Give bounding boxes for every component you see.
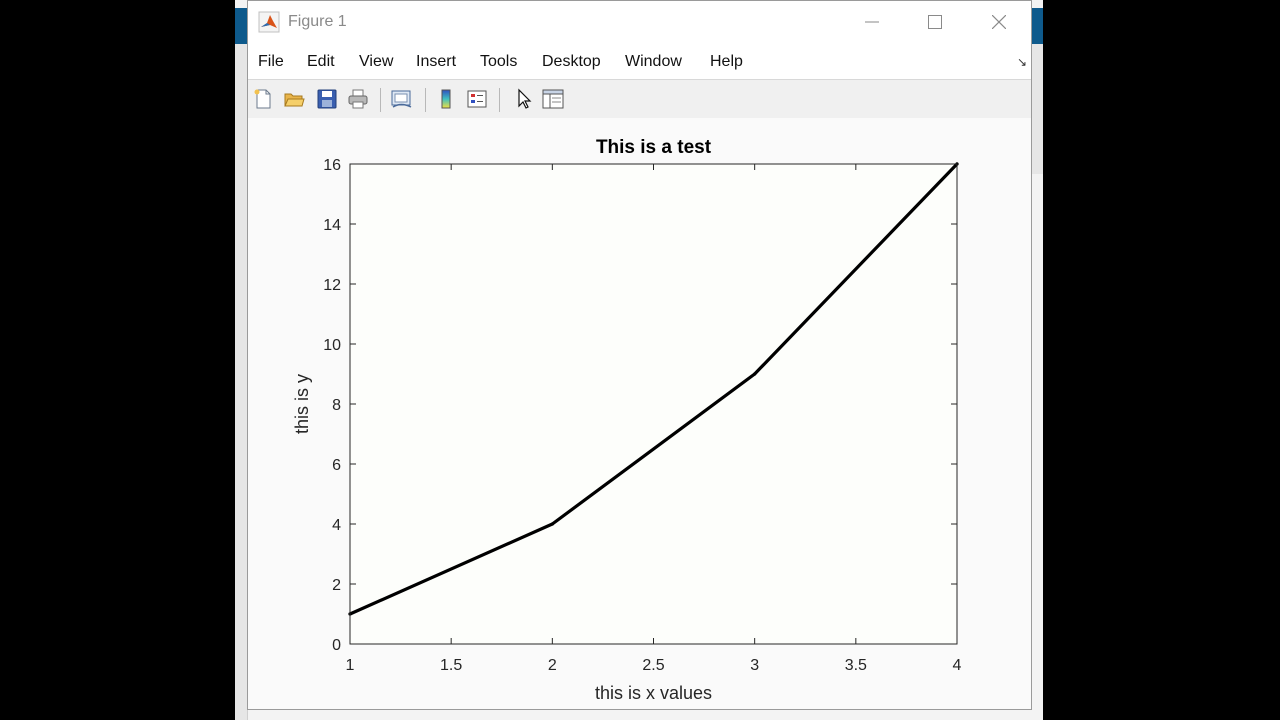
toolbar-separator [499, 88, 500, 112]
menu-insert[interactable]: Insert [416, 53, 456, 71]
menu-tools[interactable]: Tools [480, 53, 517, 71]
print-icon [348, 89, 368, 109]
menu-desktop[interactable]: Desktop [542, 53, 601, 71]
x-tick-label: 3 [750, 657, 759, 674]
toolbar-separator [425, 88, 426, 112]
window-titlebar[interactable]: Figure 1 [248, 1, 1031, 43]
y-tick-label: 14 [323, 217, 341, 234]
x-tick-label: 2.5 [642, 657, 664, 674]
link-plot-icon [391, 90, 412, 108]
y-axis-label: this is y [292, 374, 312, 434]
open-file-button[interactable] [281, 86, 307, 112]
insert-legend-icon [467, 90, 487, 108]
toolbar-separator [380, 88, 381, 112]
new-figure-button[interactable] [250, 86, 276, 112]
menu-bar: File Edit View Insert Tools Desktop Wind… [248, 45, 1031, 79]
y-tick-label: 6 [332, 457, 341, 474]
insert-colorbar-button[interactable] [433, 86, 459, 112]
minimize-icon [865, 21, 879, 23]
matlab-logo-icon [258, 11, 280, 33]
save-icon [317, 89, 337, 109]
save-button[interactable] [314, 86, 340, 112]
x-tick-label: 2 [548, 657, 557, 674]
maximize-button[interactable] [912, 7, 958, 37]
y-tick-label: 16 [323, 157, 341, 174]
minimize-button[interactable] [849, 7, 895, 37]
y-tick-label: 0 [332, 637, 341, 654]
y-tick-label: 8 [332, 397, 341, 414]
x-tick-label: 1 [346, 657, 355, 674]
menu-window[interactable]: Window [625, 53, 682, 71]
x-tick-label: 3.5 [845, 657, 867, 674]
new-figure-icon [254, 89, 271, 109]
menu-edit[interactable]: Edit [307, 53, 335, 71]
x-axis-label: this is x values [595, 683, 712, 703]
insert-colorbar-icon [441, 89, 451, 109]
y-tick-label: 12 [323, 277, 341, 294]
property-inspector-button[interactable] [540, 86, 566, 112]
property-inspector-icon [542, 89, 564, 109]
data-point[interactable] [550, 522, 554, 526]
y-tick-label: 2 [332, 577, 341, 594]
figure-canvas: 1 1.5 2 2.5 3 3.5 4 0 2 4 6 8 10 12 14 16 This is a tes… [248, 118, 1031, 709]
insert-legend-button[interactable] [464, 86, 490, 112]
chart-title: This is a test [596, 137, 712, 158]
figure-window: Figure 1 File Edit View Insert Tools Des… [247, 0, 1032, 710]
figure-toolbar [248, 79, 1031, 119]
x-tick-label: 1.5 [440, 657, 462, 674]
y-tick-label: 4 [332, 517, 341, 534]
link-plot-button[interactable] [389, 86, 415, 112]
axes-plot[interactable]: 1 1.5 2 2.5 3 3.5 4 0 2 4 6 8 10 12 14 16 This is a tes… [248, 118, 1031, 708]
y-tick-label: 10 [323, 337, 341, 354]
data-point[interactable] [753, 372, 757, 376]
edit-plot-button[interactable] [510, 86, 536, 112]
dock-figure-icon[interactable]: ↘ [1017, 55, 1027, 69]
close-button[interactable] [976, 7, 1022, 37]
print-button[interactable] [345, 86, 371, 112]
x-tick-label: 4 [953, 657, 962, 674]
background-app-right-panel [1031, 44, 1043, 174]
edit-plot-arrow-icon [518, 88, 532, 109]
menu-help[interactable]: Help [710, 53, 743, 71]
open-file-icon [284, 93, 305, 107]
menu-view[interactable]: View [359, 53, 393, 71]
maximize-icon [928, 15, 942, 29]
menu-file[interactable]: File [258, 53, 284, 71]
window-title: Figure 1 [288, 13, 347, 30]
close-icon [992, 15, 1006, 29]
